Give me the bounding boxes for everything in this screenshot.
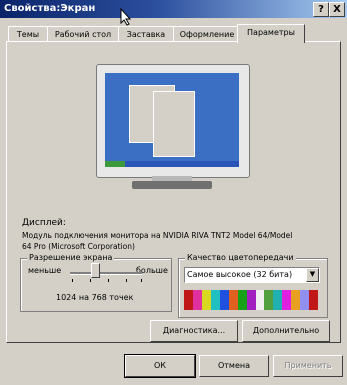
advanced-button[interactable]: Дополнительно bbox=[242, 320, 330, 342]
resolution-group-label: Разрешение экрана bbox=[27, 253, 115, 262]
monitor-screen bbox=[105, 73, 239, 167]
resolution-slider-thumb[interactable] bbox=[90, 263, 100, 278]
color-palette-preview bbox=[184, 290, 319, 310]
display-label: Дисплей: bbox=[22, 218, 66, 228]
color-swatch bbox=[309, 290, 319, 310]
color-swatch bbox=[291, 290, 301, 310]
close-button[interactable]: X bbox=[329, 2, 345, 17]
resolution-less-label: меньше bbox=[28, 266, 62, 275]
color-swatch bbox=[201, 290, 211, 310]
help-button[interactable]: ? bbox=[313, 2, 329, 17]
color-swatch bbox=[264, 290, 274, 310]
color-quality-select[interactable]: Самое высокое (32 бита) ▼ bbox=[184, 267, 320, 283]
monitor-stand bbox=[132, 181, 212, 189]
resolution-slider[interactable] bbox=[70, 272, 142, 275]
slider-tick bbox=[141, 279, 142, 282]
resolution-value: 1024 на 768 точек bbox=[56, 293, 134, 302]
color-swatch bbox=[237, 290, 247, 310]
color-swatch bbox=[246, 290, 256, 310]
display-properties-window: Свойства:Экран ? X Темы Рабочий стол Зас… bbox=[0, 0, 347, 385]
color-quality-group-label: Качество цветопередачи bbox=[185, 253, 296, 262]
window-title: Свойства:Экран bbox=[4, 3, 96, 14]
monitor-case bbox=[96, 64, 250, 178]
mouse-cursor-icon bbox=[120, 8, 132, 26]
tab-appearance[interactable]: Оформление bbox=[173, 26, 241, 42]
color-swatch bbox=[255, 290, 265, 310]
monitor-preview bbox=[96, 64, 250, 190]
chevron-down-icon[interactable]: ▼ bbox=[306, 268, 319, 282]
color-swatch bbox=[192, 290, 202, 310]
tab-themes[interactable]: Темы bbox=[8, 26, 48, 42]
tab-settings[interactable]: Параметры bbox=[237, 24, 305, 43]
preview-taskbar bbox=[105, 161, 239, 167]
display-name-line1: Модуль подключения монитора на NVIDIA RI… bbox=[22, 231, 293, 240]
display-name-line2: 64 Pro (Microsoft Corporation) bbox=[22, 242, 135, 251]
apply-button-label: Применить bbox=[284, 361, 332, 370]
title-bar[interactable]: Свойства:Экран ? X bbox=[0, 0, 347, 18]
diagnostics-button[interactable]: Диагностика... bbox=[150, 320, 238, 342]
color-swatch bbox=[219, 290, 229, 310]
preview-start-button bbox=[105, 161, 125, 167]
ok-button[interactable]: ОК bbox=[124, 354, 196, 378]
color-quality-value: Самое высокое (32 бита) bbox=[187, 270, 293, 279]
apply-button[interactable]: Применить bbox=[273, 355, 343, 377]
color-swatch bbox=[210, 290, 220, 310]
color-swatch bbox=[228, 290, 238, 310]
tab-screensaver[interactable]: Заставка bbox=[118, 26, 174, 42]
slider-tick bbox=[126, 279, 127, 282]
cancel-button[interactable]: Отмена bbox=[199, 355, 269, 377]
tab-desktop[interactable]: Рабочий стол bbox=[47, 26, 119, 42]
color-swatch bbox=[273, 290, 283, 310]
color-swatch bbox=[184, 290, 193, 310]
slider-tick bbox=[90, 279, 91, 282]
preview-window bbox=[153, 91, 195, 157]
slider-tick bbox=[72, 279, 73, 282]
color-swatch bbox=[282, 290, 292, 310]
color-swatch bbox=[300, 290, 310, 310]
slider-tick bbox=[108, 279, 109, 282]
